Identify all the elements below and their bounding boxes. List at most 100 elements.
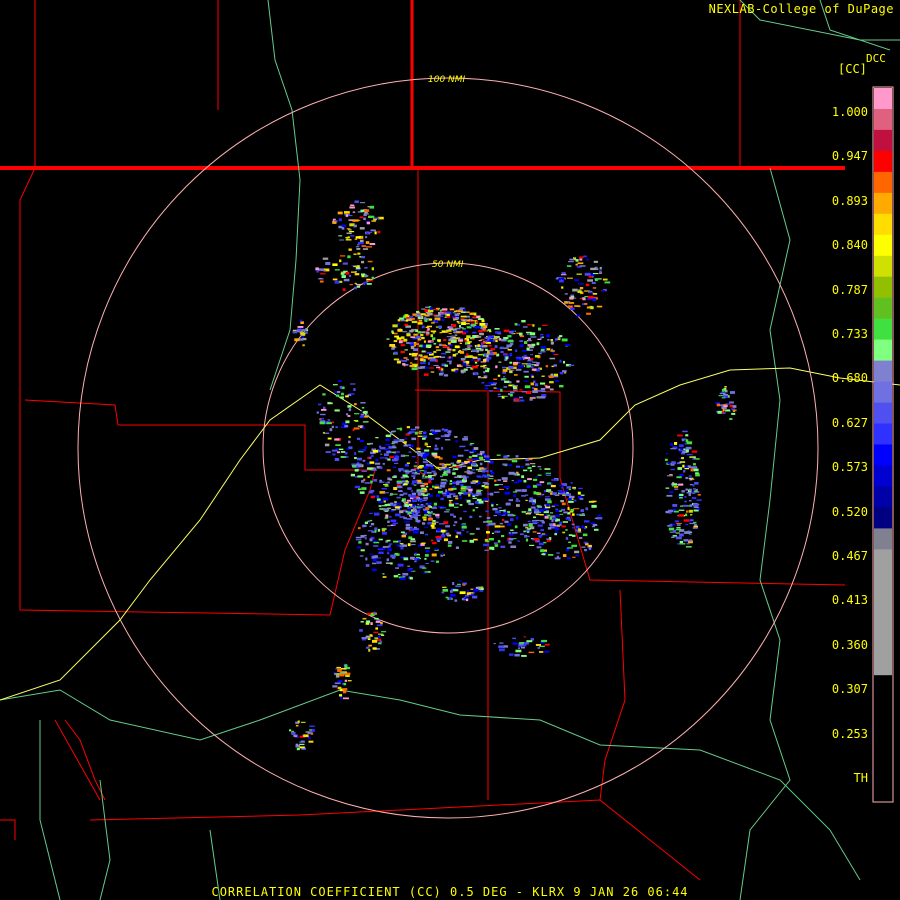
echo-pixel	[509, 381, 512, 384]
echo-pixel	[422, 500, 427, 502]
echo-pixel	[467, 321, 472, 323]
echo-pixel	[344, 665, 348, 668]
echo-pixel	[559, 385, 564, 388]
echo-pixel	[566, 301, 571, 303]
echo-pixel	[462, 362, 467, 366]
echo-pixel	[722, 412, 726, 414]
echo-pixel	[469, 312, 475, 315]
echo-pixel	[691, 492, 696, 494]
echo-pixel	[511, 459, 518, 463]
echo-pixel	[586, 298, 593, 301]
echo-pixel	[364, 213, 369, 215]
echo-pixel	[435, 319, 438, 323]
echo-pixel	[443, 339, 447, 341]
echo-pixel	[436, 494, 440, 497]
echo-pixel	[338, 280, 343, 283]
echo-pixel	[456, 583, 461, 585]
echo-pixel	[426, 471, 432, 474]
echo-pixel	[424, 373, 429, 376]
echo-pixel	[450, 462, 454, 465]
echo-pixel	[366, 283, 372, 285]
echo-pixel	[332, 685, 338, 688]
echo-pixel	[371, 276, 374, 279]
echo-pixel	[337, 380, 342, 383]
echo-pixel	[462, 320, 466, 322]
echo-pixel	[467, 491, 473, 494]
echo-pixel	[476, 527, 480, 530]
echo-pixel	[379, 640, 383, 643]
echo-pixel	[550, 373, 554, 376]
echo-pixel	[413, 514, 418, 517]
echo-pixel	[584, 296, 589, 298]
echo-pixel	[677, 434, 683, 437]
echo-pixel	[454, 310, 457, 313]
echo-pixel	[559, 280, 564, 283]
echo-pixel	[362, 248, 369, 250]
echo-pixel	[411, 437, 417, 441]
echo-pixel	[353, 253, 357, 255]
echo-pixel	[540, 382, 546, 385]
echo-pixel	[514, 374, 518, 376]
echo-pixel	[487, 492, 491, 495]
echo-pixel	[669, 512, 672, 514]
echo-pixel	[334, 673, 340, 675]
echo-pixel	[502, 366, 507, 369]
echo-pixel	[423, 340, 426, 343]
echo-pixel	[547, 339, 550, 341]
echo-pixel	[344, 211, 350, 214]
echo-pixel	[357, 475, 364, 478]
echo-pixel	[364, 446, 367, 449]
echo-pixel	[493, 491, 500, 493]
echo-pixel	[521, 495, 526, 497]
echo-pixel	[452, 464, 457, 467]
echo-pixel	[674, 442, 678, 445]
echo-pixel	[561, 487, 564, 489]
echo-pixel	[519, 335, 525, 338]
echo-pixel	[482, 345, 488, 348]
echo-pixel	[562, 554, 567, 557]
echo-pixel	[368, 648, 371, 652]
echo-pixel	[573, 508, 580, 510]
echo-pixel	[510, 545, 517, 548]
echo-pixel	[554, 338, 558, 341]
echo-pixel	[392, 466, 396, 468]
echo-pixel	[433, 506, 437, 508]
legend-swatch	[874, 360, 892, 383]
echo-pixel	[558, 277, 565, 280]
echo-pixel	[481, 319, 485, 323]
echo-pixel	[430, 466, 434, 469]
echo-pixel	[538, 352, 542, 355]
echo-pixel	[398, 340, 403, 344]
echo-pixel	[477, 476, 483, 478]
echo-pixel	[539, 542, 544, 546]
echo-pixel	[359, 440, 364, 442]
echo-pixel	[594, 517, 598, 519]
echo-pixel	[440, 475, 444, 478]
echo-pixel	[477, 344, 480, 347]
echo-pixel	[526, 365, 531, 368]
echo-pixel	[355, 283, 362, 285]
echo-pixel	[430, 511, 433, 514]
echo-pixel	[538, 535, 542, 538]
echo-pixel	[576, 314, 581, 317]
echo-pixel	[456, 531, 462, 535]
echo-pixel	[569, 296, 574, 300]
echo-pixel	[453, 515, 456, 518]
echo-pixel	[497, 514, 504, 516]
echo-pixel	[509, 330, 514, 334]
echo-pixel	[397, 482, 402, 484]
echo-pixel	[509, 361, 513, 364]
echo-pixel	[340, 396, 344, 399]
echo-pixel	[305, 331, 308, 334]
echo-pixel	[413, 343, 419, 345]
echo-pixel	[484, 460, 490, 463]
echo-pixel	[453, 318, 456, 321]
echo-pixel	[348, 680, 352, 682]
echo-pixel	[350, 383, 356, 385]
echo-pixel	[319, 280, 324, 283]
echo-pixel	[529, 398, 533, 401]
echo-pixel	[379, 466, 383, 469]
echo-pixel	[572, 556, 576, 558]
echo-pixel	[568, 534, 573, 536]
echo-pixel	[378, 500, 384, 503]
